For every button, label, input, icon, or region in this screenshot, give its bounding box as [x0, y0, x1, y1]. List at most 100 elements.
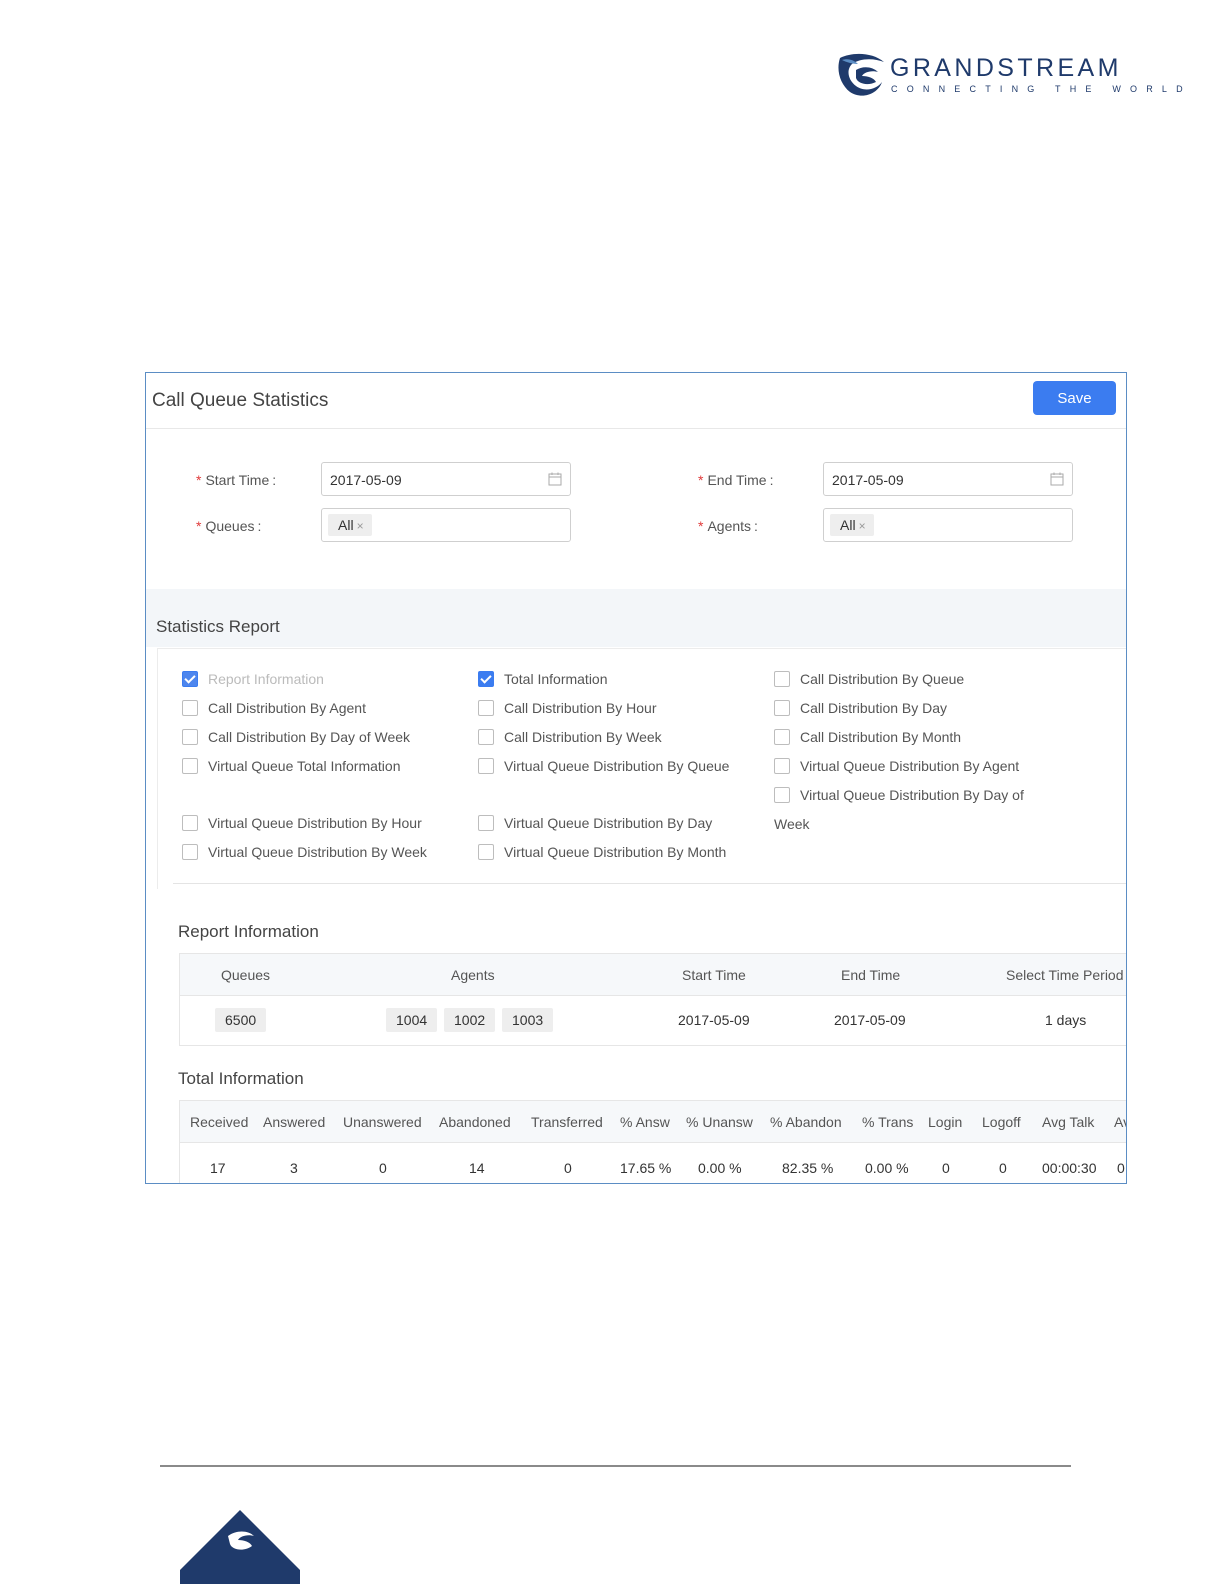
checkbox[interactable]: [478, 758, 494, 774]
report-information-title: Report Information: [178, 922, 319, 941]
column-header: Select Time Period: [1006, 967, 1124, 983]
end-time-value: 2017-05-09: [832, 472, 904, 488]
option-call-distribution-by-hour[interactable]: Call Distribution By Hour: [478, 700, 657, 716]
table-cell: 0.00 %: [698, 1160, 742, 1176]
checkbox: [182, 671, 198, 687]
option-call-distribution-by-month[interactable]: Call Distribution By Month: [774, 729, 961, 745]
agent-chip: 1002: [444, 1008, 496, 1032]
section-divider: [173, 883, 1126, 884]
queues-tag: All ×: [328, 514, 372, 536]
start-time-value: 2017-05-09: [330, 472, 402, 488]
required-mark: *: [698, 518, 704, 534]
column-header: Unanswered: [343, 1114, 422, 1130]
table-cell: 82.35 %: [782, 1160, 834, 1176]
save-button[interactable]: Save: [1033, 381, 1116, 415]
option-call-distribution-by-queue[interactable]: Call Distribution By Queue: [774, 671, 964, 687]
total-information-title: Total Information: [178, 1069, 304, 1088]
start-time-label: * Start Time:: [196, 472, 277, 488]
option-virtual-queue-distribution-by-week[interactable]: Virtual Queue Distribution By Week: [182, 844, 427, 860]
column-header: Queues: [221, 967, 271, 983]
column-header: Received: [190, 1114, 249, 1130]
checkbox[interactable]: [774, 758, 790, 774]
column-header: Login: [928, 1114, 963, 1130]
brand-name: GRANDSTREAM: [890, 54, 1122, 82]
column-header: % Trans: [862, 1114, 914, 1130]
remove-tag-icon[interactable]: ×: [357, 519, 364, 533]
report-time-period: 1 days: [1045, 1012, 1087, 1028]
option-total-information[interactable]: Total Information: [478, 671, 608, 687]
table-cell: 17: [210, 1160, 226, 1176]
checkbox[interactable]: [774, 671, 790, 687]
option-call-distribution-by-week[interactable]: Call Distribution By Week: [478, 729, 662, 745]
option-call-distribution-by-agent[interactable]: Call Distribution By Agent: [182, 700, 366, 716]
option-virtual-queue-distribution-by-day-of-week[interactable]: Virtual Queue Distribution By Day of: [774, 787, 1024, 803]
column-header: % Answ: [620, 1114, 670, 1130]
table-cell: 0: [999, 1160, 1007, 1176]
calendar-icon[interactable]: [1050, 472, 1064, 486]
column-header: Avg Talk: [1042, 1114, 1095, 1130]
call-queue-statistics-window: Call Queue Statistics Save * Start Time: …: [145, 372, 1127, 1184]
table-cell: 14: [469, 1160, 485, 1176]
checkbox[interactable]: [182, 729, 198, 745]
statistics-band: [146, 589, 1126, 647]
agent-chip: 1004: [386, 1008, 438, 1032]
report-end-time: 2017-05-09: [834, 1012, 906, 1028]
report-information-table: Queues Agents Start Time End Time Select…: [179, 953, 1126, 1046]
checkbox[interactable]: [182, 815, 198, 831]
grandstream-logo: GRANDSTREAM CONNECTING THE WORLD: [838, 52, 1183, 104]
table-cell: 00:00:30: [1042, 1160, 1097, 1176]
report-start-time: 2017-05-09: [678, 1012, 750, 1028]
checkbox[interactable]: [478, 844, 494, 860]
option-call-distribution-by-day-of-week[interactable]: Call Distribution By Day of Week: [182, 729, 410, 745]
column-header: Logoff: [982, 1114, 1021, 1130]
title-divider: [146, 428, 1126, 429]
footer-divider: [160, 1465, 1071, 1467]
checkbox[interactable]: [478, 671, 494, 687]
remove-tag-icon[interactable]: ×: [859, 519, 866, 533]
column-header: End Time: [841, 967, 901, 983]
agent-chip: 1003: [502, 1008, 554, 1032]
checkbox[interactable]: [774, 700, 790, 716]
checkbox[interactable]: [478, 729, 494, 745]
option-virtual-queue-distribution-by-hour[interactable]: Virtual Queue Distribution By Hour: [182, 815, 422, 831]
queue-chip: 6500: [215, 1008, 267, 1032]
required-mark: *: [196, 472, 202, 488]
column-header: Av: [1114, 1114, 1126, 1130]
checkbox[interactable]: [182, 758, 198, 774]
brand-tagline: CONNECTING THE WORLD: [891, 84, 1192, 94]
grandstream-logo-icon: [838, 53, 884, 96]
option-virtual-queue-distribution-by-queue[interactable]: Virtual Queue Distribution By Queue: [478, 758, 729, 774]
table-cell: 0.00 %: [865, 1160, 909, 1176]
queues-select[interactable]: All ×: [321, 508, 571, 542]
option-virtual-queue-distribution-by-month[interactable]: Virtual Queue Distribution By Month: [478, 844, 726, 860]
checkbox[interactable]: [774, 787, 790, 803]
end-time-field[interactable]: 2017-05-09: [823, 462, 1073, 496]
checkbox[interactable]: [182, 700, 198, 716]
option-call-distribution-by-day[interactable]: Call Distribution By Day: [774, 700, 947, 716]
table-cell: 0: [942, 1160, 950, 1176]
total-information-table: Received Answered Unanswered Abandoned T…: [179, 1100, 1126, 1183]
table-cell: 0: [379, 1160, 387, 1176]
column-header: Abandoned: [439, 1114, 511, 1130]
checkbox[interactable]: [182, 844, 198, 860]
option-virtual-queue-distribution-by-day[interactable]: Virtual Queue Distribution By Day: [478, 815, 712, 831]
checkbox[interactable]: [478, 815, 494, 831]
page-title: Call Queue Statistics: [152, 390, 329, 411]
option-virtual-queue-distribution-by-agent[interactable]: Virtual Queue Distribution By Agent: [774, 758, 1019, 774]
agents-select[interactable]: All ×: [823, 508, 1073, 542]
checkbox[interactable]: [478, 700, 494, 716]
start-time-field[interactable]: 2017-05-09: [321, 462, 571, 496]
option-label-wrap: Week: [774, 816, 810, 832]
column-header: % Abandon: [770, 1114, 842, 1130]
option-virtual-queue-total-information[interactable]: Virtual Queue Total Information: [182, 758, 401, 774]
agents-tag: All ×: [830, 514, 874, 536]
column-header: % Unansw: [686, 1114, 753, 1130]
required-mark: *: [698, 472, 704, 488]
column-header: Start Time: [682, 967, 746, 983]
queues-label: * Queues:: [196, 518, 262, 534]
column-header: Answered: [263, 1114, 326, 1130]
calendar-icon[interactable]: [548, 472, 562, 486]
end-time-label: * End Time:: [698, 472, 774, 488]
checkbox[interactable]: [774, 729, 790, 745]
table-header: [180, 954, 1126, 996]
